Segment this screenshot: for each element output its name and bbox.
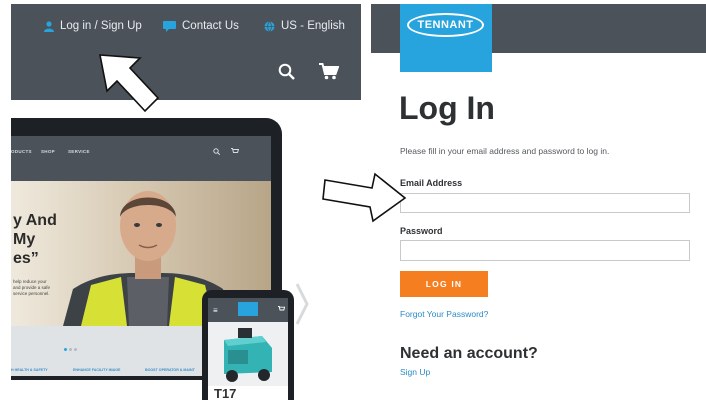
user-icon — [44, 20, 54, 32]
hero-line-2: My — [13, 231, 36, 248]
password-field[interactable] — [400, 240, 690, 261]
tennant-logo[interactable]: TENNANT — [400, 4, 492, 72]
cart-icon[interactable] — [319, 63, 339, 80]
phone-nav: ≡ — [208, 298, 288, 322]
phone-screen: ≡ T17 — [208, 298, 288, 400]
phone-mockup: ≡ T17 — [202, 290, 294, 400]
top-nav: Log in / Sign Up Contact Us US - English — [11, 20, 361, 36]
language-label: US - English — [281, 20, 345, 32]
contact-us-label: Contact Us — [182, 20, 239, 32]
carousel-dot[interactable] — [74, 348, 77, 351]
email-label: Email Address — [400, 178, 463, 188]
scrubber-machine-image — [224, 328, 272, 382]
phone-logo — [238, 302, 258, 316]
carousel-dots[interactable] — [64, 348, 79, 351]
forgot-password-link[interactable]: Forgot Your Password? — [400, 309, 488, 319]
logo-oval: TENNANT — [407, 13, 484, 37]
language-selector[interactable]: US - English — [264, 20, 345, 32]
chat-icon — [163, 20, 176, 32]
login-instructions: Please fill in your email address and pa… — [400, 146, 610, 156]
chevron-right-icon — [295, 283, 309, 325]
sign-up-link[interactable]: Sign Up — [400, 367, 430, 377]
laptop-nav-products: ODUCTS — [11, 149, 32, 154]
need-account-heading: Need an account? — [400, 345, 538, 362]
carousel-dot[interactable] — [69, 348, 72, 351]
hero-line-1: y And — [13, 212, 57, 229]
laptop-nav-shop: SHOP — [41, 149, 55, 154]
login-signup-link[interactable]: Log in / Sign Up — [44, 20, 142, 32]
hero-headline: y And My es” — [13, 211, 57, 268]
laptop-site-nav: ODUCTS SHOP SERVICE — [11, 136, 271, 181]
laptop-cart-icon — [231, 148, 239, 153]
contact-us-link[interactable]: Contact Us — [163, 20, 239, 32]
phone-cart-icon — [278, 306, 285, 311]
feature-link-health: H HEALTH & SAFETY — [11, 368, 48, 372]
login-button[interactable]: LOG IN — [400, 271, 488, 297]
laptop-search-icon — [213, 148, 220, 155]
phone-product-title: T17 — [214, 386, 237, 400]
laptop-nav-service: SERVICE — [68, 149, 90, 154]
carousel-dot[interactable] — [64, 348, 67, 351]
globe-icon — [264, 20, 275, 32]
arrow-right-icon — [322, 172, 407, 223]
menu-icon: ≡ — [213, 306, 218, 315]
logo-text: TENNANT — [417, 19, 474, 31]
page-title: Log In — [399, 90, 495, 126]
scrubber-image — [208, 322, 288, 386]
hero-body-text: help reduce your and provide a safe serv… — [13, 279, 51, 296]
site-header: Log in / Sign Up Contact Us US - English — [11, 4, 361, 100]
email-field[interactable] — [400, 193, 690, 213]
feature-link-operator: BOOST OPERATOR & MAINT — [145, 368, 195, 372]
login-signup-label: Log in / Sign Up — [60, 20, 142, 32]
password-label: Password — [400, 226, 443, 236]
search-icon[interactable] — [278, 63, 295, 80]
hero-line-3: es” — [13, 250, 39, 267]
feature-link-image: ENHANCE FACILITY IMAGE — [73, 368, 121, 372]
